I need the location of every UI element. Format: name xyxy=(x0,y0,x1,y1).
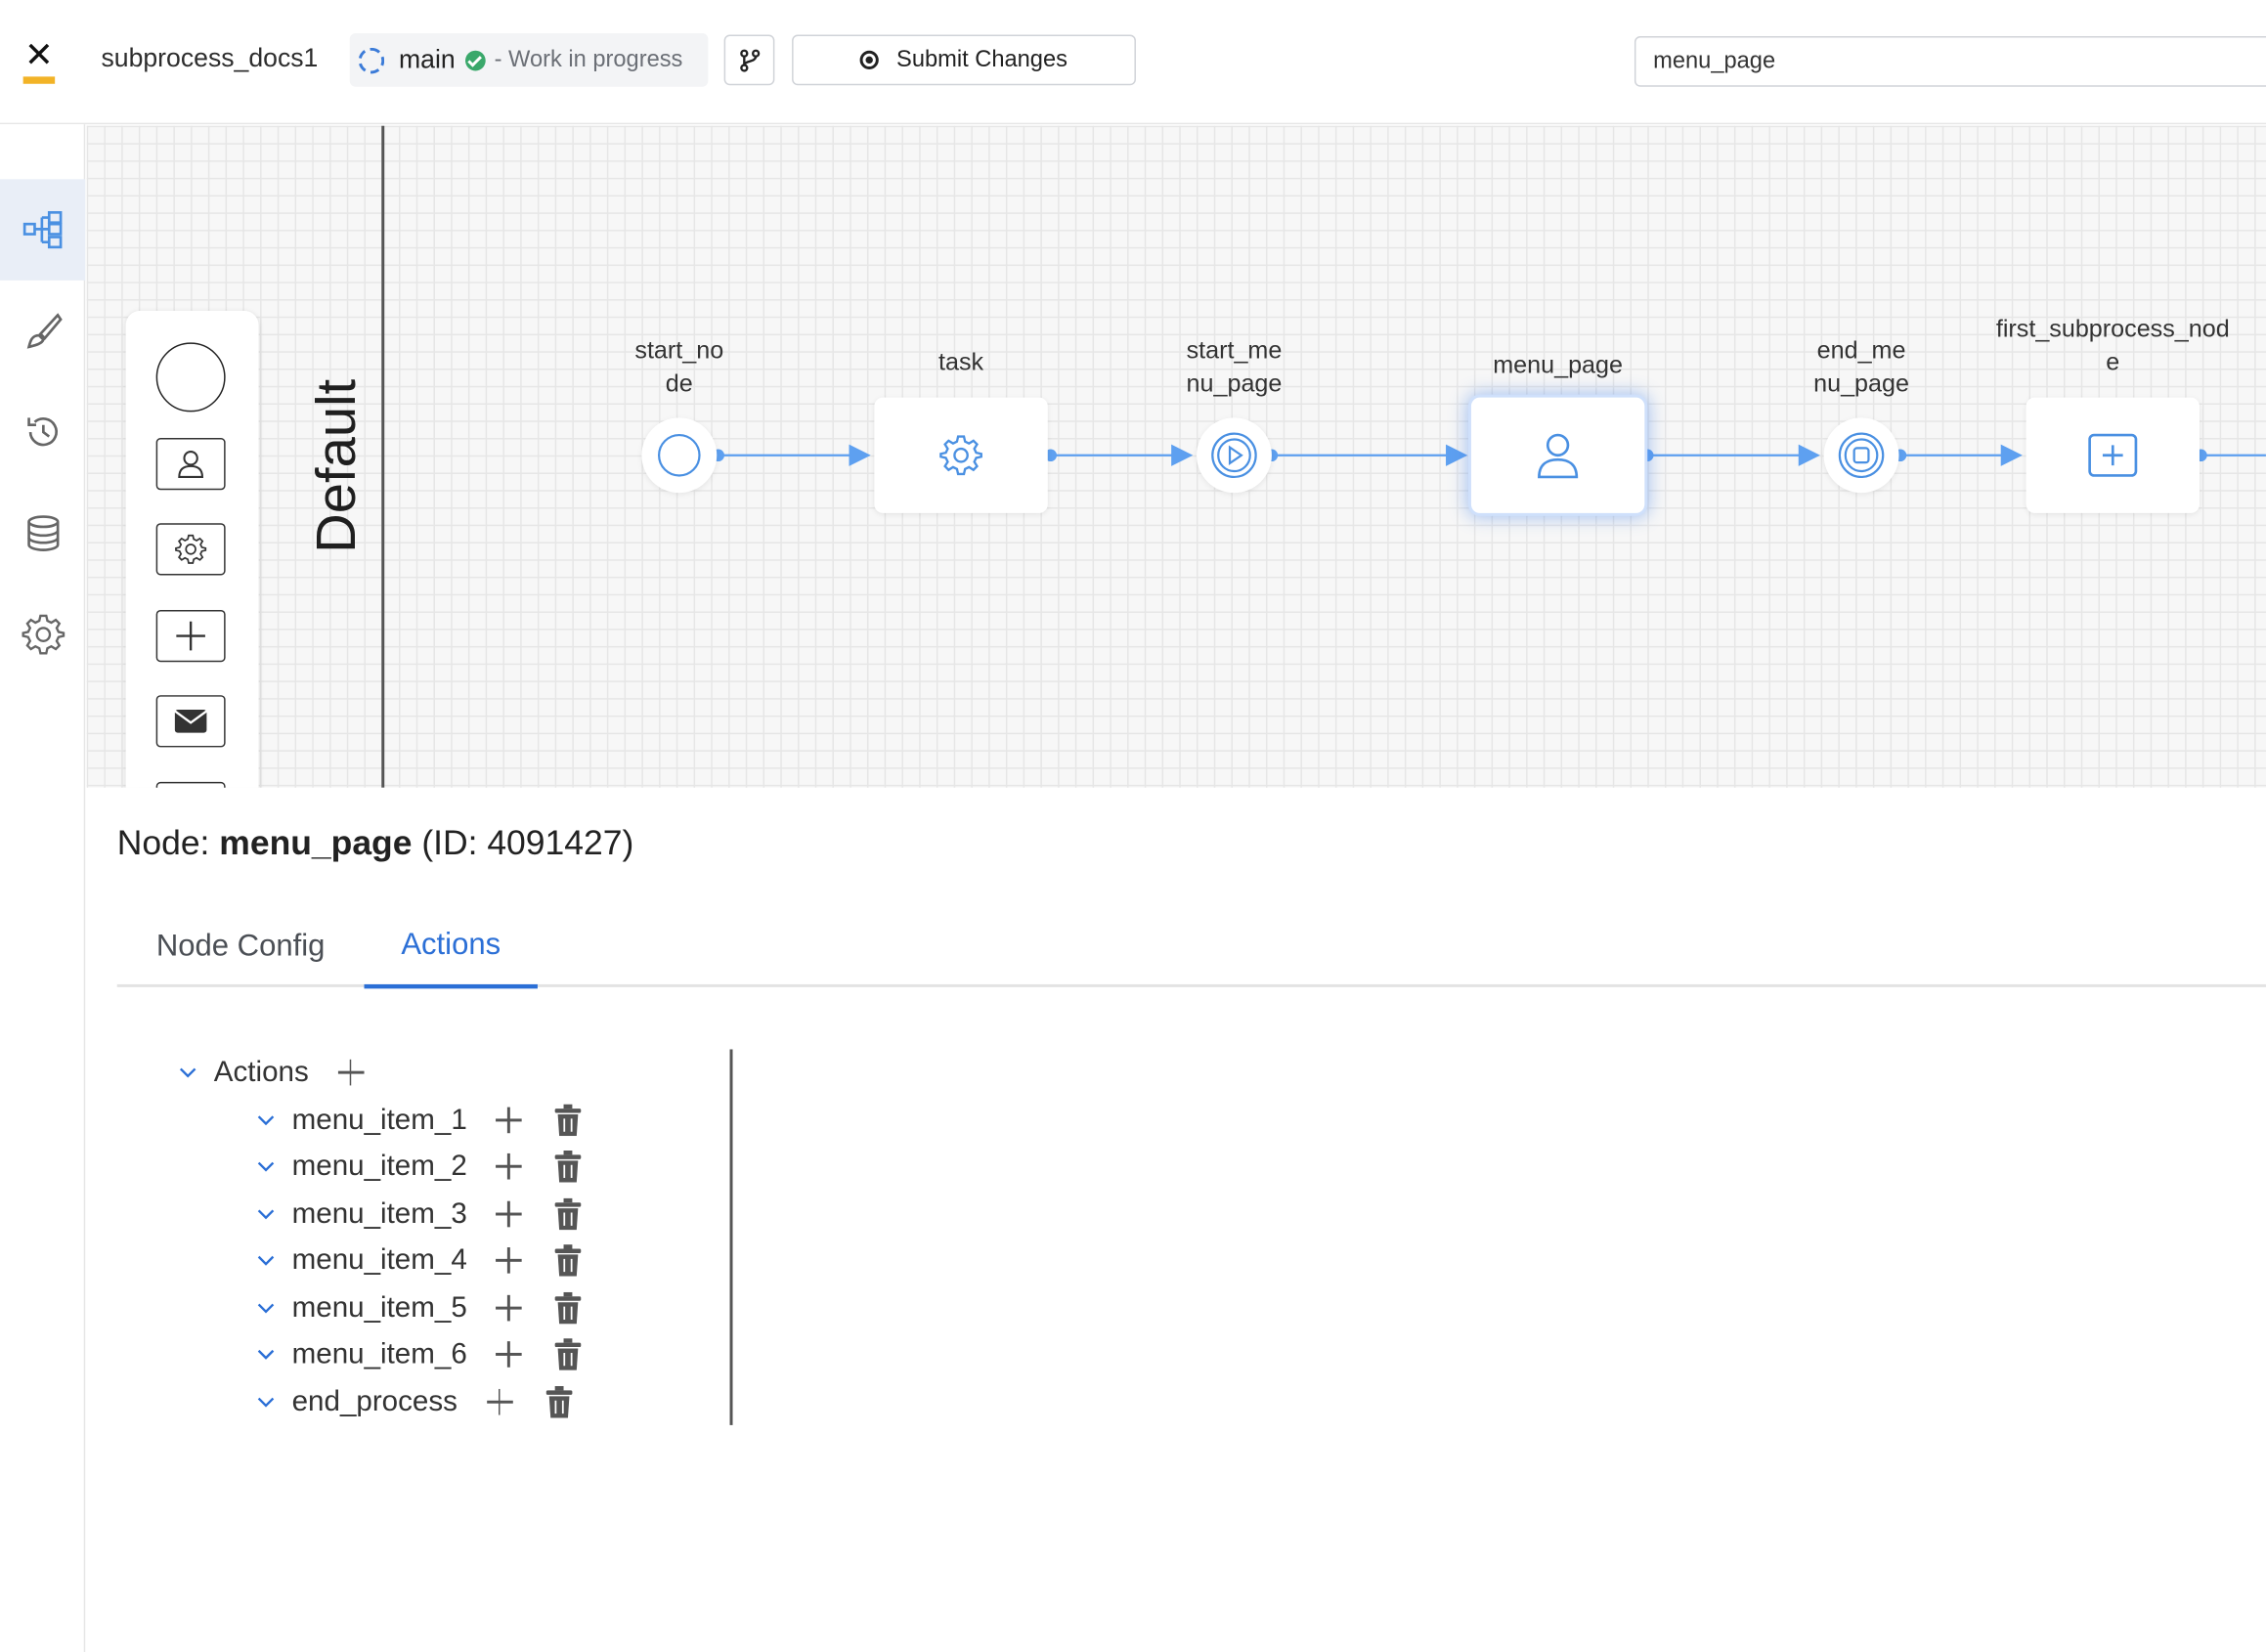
git-fork-icon xyxy=(739,48,760,71)
action-label: menu_item_1 xyxy=(291,1103,467,1136)
action-label: end_process xyxy=(291,1385,458,1417)
history-icon xyxy=(26,417,58,447)
node-label-menu-page: menu_page xyxy=(1493,351,1623,379)
node-tabs: Node Config Actions xyxy=(116,906,2266,989)
top-header: ✕ subprocess_docs1 main - Work in progre… xyxy=(0,0,2266,125)
app-page: ✕ subprocess_docs1 main - Work in progre… xyxy=(0,0,2266,1652)
tree-item-action[interactable]: end_process xyxy=(257,1380,573,1423)
action-label: menu_item_4 xyxy=(291,1243,467,1276)
process-tree-icon xyxy=(22,211,62,249)
action-label: menu_item_5 xyxy=(291,1291,467,1324)
node-task[interactable] xyxy=(874,397,1048,513)
chevron-down-icon[interactable] xyxy=(257,1393,275,1411)
tree-root-label: Actions xyxy=(213,1056,309,1088)
node-label-start-node: start_no de xyxy=(634,336,724,398)
check-circle-icon xyxy=(465,50,486,70)
play-circle-icon xyxy=(1211,432,1257,479)
branch-selector[interactable]: main - Work in progress xyxy=(349,33,709,87)
tree-item-action[interactable]: menu_item_4 xyxy=(257,1239,583,1282)
chevron-down-icon[interactable] xyxy=(257,1299,275,1317)
start-event-icon xyxy=(657,433,701,477)
add-child-icon[interactable] xyxy=(496,1152,522,1180)
paintbrush-icon xyxy=(25,313,63,349)
node-menu-page[interactable] xyxy=(1470,397,1645,513)
node-label-task: task xyxy=(938,348,984,376)
search-input[interactable] xyxy=(1634,35,2266,87)
node-label-first-subprocess-node: first_subprocess_nod e xyxy=(1995,315,2230,376)
node-first-subprocess-node[interactable] xyxy=(2026,397,2200,513)
logo-bar xyxy=(22,76,56,84)
node-start-node[interactable] xyxy=(641,417,718,494)
trash-icon[interactable] xyxy=(553,1104,583,1137)
action-label: menu_item_6 xyxy=(291,1337,467,1369)
chevron-down-icon[interactable] xyxy=(257,1346,275,1364)
trash-icon[interactable] xyxy=(553,1197,583,1231)
submit-changes-button[interactable]: Submit Changes xyxy=(792,34,1136,86)
subprocess-plus-icon xyxy=(2088,433,2138,477)
branch-fork-button[interactable] xyxy=(723,34,775,86)
nav-settings[interactable] xyxy=(0,584,85,685)
node-details-panel: Node: menu_page (ID: 4091427) Node Confi… xyxy=(86,787,2266,1652)
add-child-icon[interactable] xyxy=(486,1388,513,1415)
submit-changes-label: Submit Changes xyxy=(896,47,1068,72)
gear-icon xyxy=(939,435,982,476)
tab-actions[interactable]: Actions xyxy=(364,906,538,989)
node-title-id: (ID: 4091427) xyxy=(421,823,634,863)
tab-node-config[interactable]: Node Config xyxy=(117,906,365,987)
node-label-end-menu-page: end_me nu_page xyxy=(1813,336,1909,398)
trash-icon[interactable] xyxy=(545,1385,574,1418)
database-icon xyxy=(26,515,59,551)
nav-theme[interactable] xyxy=(0,281,85,382)
add-child-icon[interactable] xyxy=(496,1341,522,1368)
tree-item-action[interactable]: menu_item_2 xyxy=(257,1145,583,1188)
app-logo[interactable]: ✕ xyxy=(21,34,58,84)
chevron-down-icon[interactable] xyxy=(257,1111,275,1129)
left-sidebar xyxy=(0,124,86,1652)
node-start-menu-page[interactable] xyxy=(1197,417,1272,494)
user-icon xyxy=(1538,433,1579,479)
project-name: subprocess_docs1 xyxy=(101,43,319,72)
add-child-icon[interactable] xyxy=(496,1294,522,1322)
action-label: menu_item_3 xyxy=(291,1197,467,1230)
branch-status: - Work in progress xyxy=(494,47,683,72)
chevron-down-icon[interactable] xyxy=(179,1064,196,1081)
tree-item-action[interactable]: menu_item_5 xyxy=(257,1286,583,1329)
node-title-prefix: Node: xyxy=(116,823,220,863)
add-child-icon[interactable] xyxy=(496,1247,522,1274)
tree-item-action[interactable]: menu_item_3 xyxy=(257,1193,583,1236)
action-label: menu_item_2 xyxy=(291,1150,467,1182)
add-child-icon[interactable] xyxy=(496,1107,522,1134)
trash-icon[interactable] xyxy=(553,1244,583,1277)
panel-divider[interactable] xyxy=(729,1049,732,1425)
node-title: Node: menu_page (ID: 4091427) xyxy=(117,824,634,864)
node-end-menu-page[interactable] xyxy=(1823,417,1899,494)
chevron-down-icon[interactable] xyxy=(257,1205,275,1223)
process-canvas[interactable]: Default start_no de task start_me nu_pag… xyxy=(86,125,2266,788)
nav-data-model[interactable] xyxy=(0,483,85,585)
node-label-start-menu-page: start_me nu_page xyxy=(1186,336,1283,398)
branch-name: main xyxy=(399,44,456,74)
nav-history[interactable] xyxy=(0,381,85,483)
trash-icon[interactable] xyxy=(553,1291,583,1325)
trash-icon[interactable] xyxy=(553,1150,583,1183)
trash-icon[interactable] xyxy=(553,1338,583,1370)
record-icon xyxy=(860,50,880,69)
loading-spinner-icon xyxy=(358,47,385,73)
add-child-icon[interactable] xyxy=(496,1200,522,1228)
stop-circle-icon xyxy=(1838,432,1885,479)
gear-icon xyxy=(21,614,65,655)
nav-process-designer[interactable] xyxy=(0,179,86,281)
logo-x-icon: ✕ xyxy=(24,34,54,75)
add-action-icon[interactable] xyxy=(337,1059,364,1086)
tree-item-action[interactable]: menu_item_1 xyxy=(257,1099,583,1142)
process-edges xyxy=(712,444,2266,466)
chevron-down-icon[interactable] xyxy=(257,1157,275,1175)
tree-item-action[interactable]: menu_item_6 xyxy=(257,1332,583,1375)
chevron-down-icon[interactable] xyxy=(257,1251,275,1269)
node-title-name: menu_page xyxy=(219,823,413,863)
tree-root-actions[interactable]: Actions xyxy=(179,1051,364,1094)
